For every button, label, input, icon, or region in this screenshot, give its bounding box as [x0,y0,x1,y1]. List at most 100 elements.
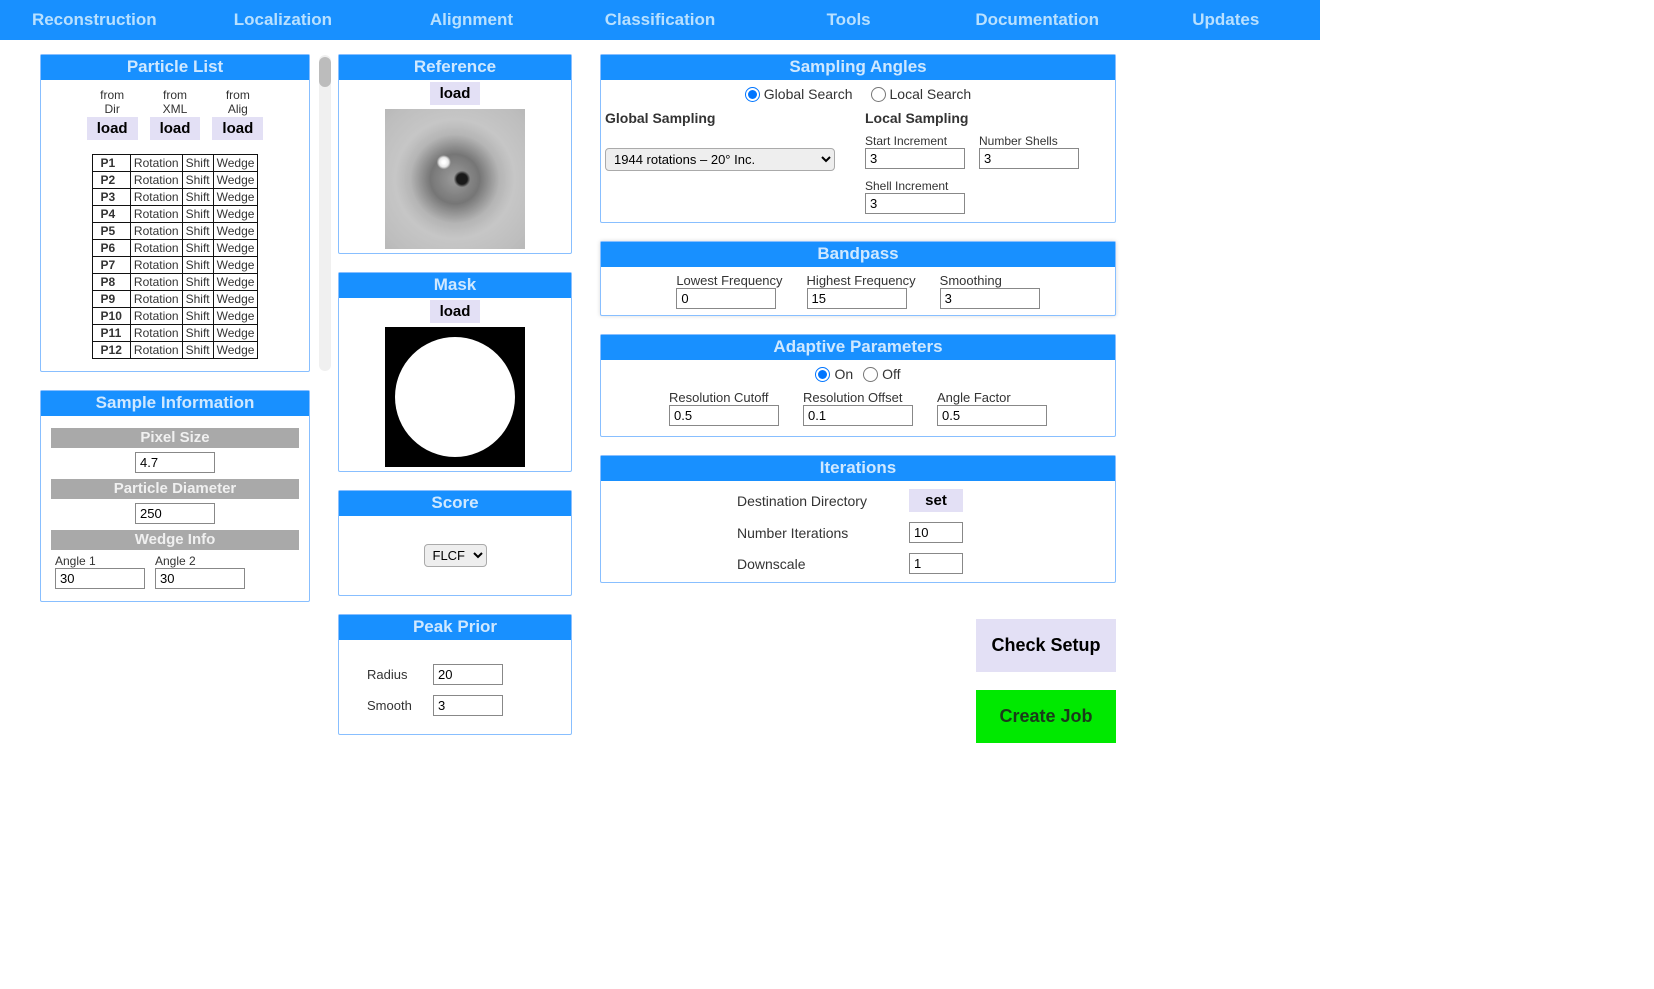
particle-rotation-cell[interactable]: Rotation [130,290,182,307]
particle-id-cell[interactable]: P10 [92,307,130,324]
particle-table: P1RotationShiftWedgeP2RotationShiftWedge… [92,154,259,359]
table-row: P7RotationShiftWedge [92,256,258,273]
particle-id-cell[interactable]: P4 [92,205,130,222]
pixel-size-heading: Pixel Size [51,428,299,448]
reference-load-button[interactable]: load [430,82,481,105]
mask-load-button[interactable]: load [430,300,481,323]
particle-shift-cell[interactable]: Shift [182,188,213,205]
num-iterations-input[interactable] [909,522,963,543]
particle-rotation-cell[interactable]: Rotation [130,324,182,341]
particle-rotation-cell[interactable]: Rotation [130,205,182,222]
lowest-freq-input[interactable] [676,288,776,309]
particle-list-scrollbar[interactable] [319,55,331,371]
highest-freq-input[interactable] [807,288,907,309]
particle-wedge-cell[interactable]: Wedge [213,256,258,273]
particle-shift-cell[interactable]: Shift [182,256,213,273]
nav-classification[interactable]: Classification [566,4,755,36]
particle-shift-cell[interactable]: Shift [182,205,213,222]
particle-id-cell[interactable]: P7 [92,256,130,273]
nav-documentation[interactable]: Documentation [943,4,1132,36]
bandpass-panel: Bandpass Lowest Frequency Highest Freque… [600,241,1116,316]
nav-reconstruction[interactable]: Reconstruction [0,4,189,36]
particle-wedge-cell[interactable]: Wedge [213,171,258,188]
particle-wedge-cell[interactable]: Wedge [213,239,258,256]
particle-wedge-cell[interactable]: Wedge [213,307,258,324]
particle-id-cell[interactable]: P8 [92,273,130,290]
particle-shift-cell[interactable]: Shift [182,239,213,256]
number-shells-input[interactable] [979,148,1079,169]
particle-id-cell[interactable]: P2 [92,171,130,188]
particle-wedge-cell[interactable]: Wedge [213,154,258,171]
angle2-input[interactable] [155,568,245,589]
particle-shift-cell[interactable]: Shift [182,154,213,171]
particle-rotation-cell[interactable]: Rotation [130,154,182,171]
particle-id-cell[interactable]: P5 [92,222,130,239]
nav-localization[interactable]: Localization [189,4,378,36]
particle-wedge-cell[interactable]: Wedge [213,188,258,205]
particle-wedge-cell[interactable]: Wedge [213,205,258,222]
res-cutoff-input[interactable] [669,405,779,426]
particle-shift-cell[interactable]: Shift [182,273,213,290]
angle1-label: Angle 1 [55,554,145,568]
create-job-button[interactable]: Create Job [976,690,1116,743]
adaptive-off-radio[interactable]: Off [863,366,900,382]
particle-rotation-cell[interactable]: Rotation [130,188,182,205]
angle-factor-label: Angle Factor [937,390,1011,405]
particle-id-cell[interactable]: P12 [92,341,130,358]
downscale-label: Downscale [737,556,897,572]
smoothing-input[interactable] [940,288,1040,309]
particle-rotation-cell[interactable]: Rotation [130,341,182,358]
angle-factor-input[interactable] [937,405,1047,426]
particle-id-cell[interactable]: P6 [92,239,130,256]
pixel-size-input[interactable] [135,452,215,473]
nav-alignment[interactable]: Alignment [377,4,566,36]
particle-id-cell[interactable]: P3 [92,188,130,205]
smooth-input[interactable] [433,695,503,716]
sampling-angles-title: Sampling Angles [601,55,1115,80]
particle-shift-cell[interactable]: Shift [182,341,213,358]
particle-rotation-cell[interactable]: Rotation [130,256,182,273]
particle-wedge-cell[interactable]: Wedge [213,341,258,358]
particle-wedge-cell[interactable]: Wedge [213,222,258,239]
global-search-radio[interactable]: Global Search [745,86,853,102]
shell-increment-input[interactable] [865,193,965,214]
load-from-xml-button[interactable]: load [150,117,201,140]
particle-shift-cell[interactable]: Shift [182,222,213,239]
adaptive-on-radio[interactable]: On [815,366,853,382]
nav-tools[interactable]: Tools [754,4,943,36]
nav-updates[interactable]: Updates [1131,4,1320,36]
from-alig-line1: from [226,88,250,102]
start-increment-input[interactable] [865,148,965,169]
score-select[interactable]: FLCF [424,544,487,567]
particle-rotation-cell[interactable]: Rotation [130,307,182,324]
load-from-dir-button[interactable]: load [87,117,138,140]
particle-id-cell[interactable]: P1 [92,154,130,171]
particle-shift-cell[interactable]: Shift [182,307,213,324]
particle-shift-cell[interactable]: Shift [182,324,213,341]
particle-shift-cell[interactable]: Shift [182,171,213,188]
particle-rotation-cell[interactable]: Rotation [130,239,182,256]
particle-wedge-cell[interactable]: Wedge [213,290,258,307]
downscale-input[interactable] [909,553,963,574]
dest-dir-set-button[interactable]: set [909,489,963,512]
particle-wedge-cell[interactable]: Wedge [213,273,258,290]
particle-rotation-cell[interactable]: Rotation [130,273,182,290]
particle-id-cell[interactable]: P9 [92,290,130,307]
local-search-radio[interactable]: Local Search [871,86,972,102]
load-from-alig-button[interactable]: load [212,117,263,140]
particle-rotation-cell[interactable]: Rotation [130,171,182,188]
particle-shift-cell[interactable]: Shift [182,290,213,307]
global-sampling-select[interactable]: 1944 rotations – 20° Inc. [605,148,835,171]
radius-label: Radius [367,667,427,682]
radius-input[interactable] [433,664,503,685]
res-offset-input[interactable] [803,405,913,426]
angle1-input[interactable] [55,568,145,589]
check-setup-button[interactable]: Check Setup [976,619,1116,672]
res-offset-label: Resolution Offset [803,390,902,405]
particle-rotation-cell[interactable]: Rotation [130,222,182,239]
particle-diameter-input[interactable] [135,503,215,524]
table-row: P10RotationShiftWedge [92,307,258,324]
particle-id-cell[interactable]: P11 [92,324,130,341]
particle-wedge-cell[interactable]: Wedge [213,324,258,341]
reference-panel: Reference load [338,54,572,254]
